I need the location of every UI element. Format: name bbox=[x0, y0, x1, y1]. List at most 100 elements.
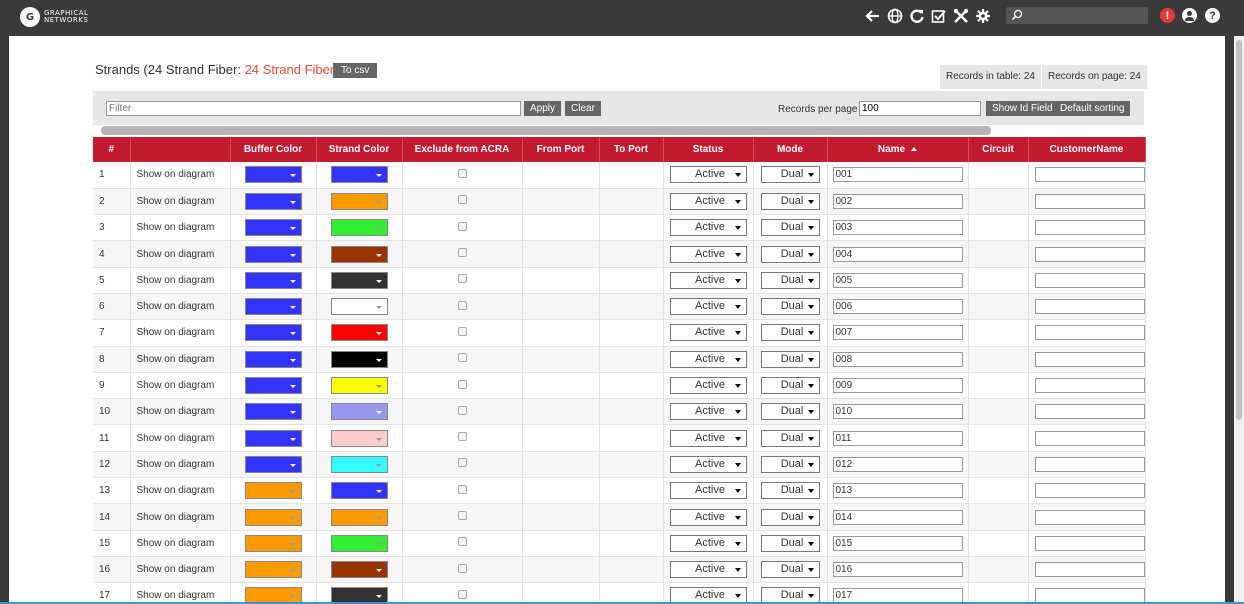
circuit-cell[interactable] bbox=[968, 267, 1029, 294]
col-header-from-port[interactable]: From Port bbox=[522, 137, 600, 162]
strand-color-select[interactable] bbox=[330, 350, 388, 368]
to-port-cell[interactable] bbox=[599, 503, 664, 531]
gear-icon[interactable] bbox=[974, 6, 992, 26]
buffer-color-select[interactable] bbox=[244, 377, 302, 395]
circuit-cell[interactable] bbox=[968, 188, 1029, 216]
customer-name-input[interactable] bbox=[1034, 299, 1145, 315]
circuit-cell[interactable] bbox=[968, 556, 1029, 584]
to-port-cell[interactable] bbox=[599, 530, 664, 557]
mode-select[interactable]: Dual bbox=[760, 403, 820, 421]
mode-select[interactable]: Dual bbox=[760, 245, 820, 263]
customer-name-input[interactable] bbox=[1034, 246, 1145, 262]
col-header-circuit[interactable]: Circuit bbox=[968, 137, 1029, 162]
buffer-color-select[interactable] bbox=[244, 219, 302, 237]
circuit-cell[interactable] bbox=[968, 240, 1029, 268]
buffer-color-select[interactable] bbox=[244, 324, 302, 342]
col-header-to-port[interactable]: To Port bbox=[599, 137, 664, 162]
buffer-color-select[interactable] bbox=[244, 166, 302, 184]
mode-select[interactable]: Dual bbox=[760, 534, 820, 552]
status-select[interactable]: Active bbox=[669, 192, 747, 210]
mode-select[interactable]: Dual bbox=[760, 271, 820, 289]
strand-color-select[interactable] bbox=[330, 429, 388, 447]
name-input[interactable]: 015 bbox=[832, 535, 963, 551]
name-input[interactable]: 004 bbox=[832, 246, 963, 262]
exclude-acra-checkbox[interactable] bbox=[457, 379, 467, 389]
records-per-page-input[interactable] bbox=[859, 101, 981, 116]
col-header-customer-name[interactable]: CustomerName bbox=[1028, 137, 1146, 162]
from-port-cell[interactable] bbox=[522, 398, 600, 426]
show-on-diagram-link[interactable]: Show on diagram bbox=[130, 503, 231, 531]
customer-name-input[interactable] bbox=[1034, 562, 1145, 578]
to-port-cell[interactable] bbox=[599, 556, 664, 584]
show-on-diagram-link[interactable]: Show on diagram bbox=[130, 346, 231, 373]
clear-button[interactable]: Clear bbox=[565, 101, 601, 116]
name-input[interactable]: 013 bbox=[832, 483, 963, 499]
exclude-acra-checkbox[interactable] bbox=[457, 274, 467, 284]
from-port-cell[interactable] bbox=[522, 556, 600, 584]
circuit-cell[interactable] bbox=[968, 398, 1029, 426]
col-header-name[interactable]: Name bbox=[827, 137, 969, 162]
name-input[interactable]: 016 bbox=[832, 562, 963, 578]
strand-color-select[interactable] bbox=[330, 508, 388, 526]
from-port-cell[interactable] bbox=[522, 477, 600, 505]
circuit-cell[interactable] bbox=[968, 293, 1029, 321]
show-on-diagram-link[interactable]: Show on diagram bbox=[130, 582, 231, 604]
refresh-icon[interactable] bbox=[908, 6, 926, 26]
name-input[interactable]: 002 bbox=[832, 193, 963, 209]
status-select[interactable]: Active bbox=[669, 377, 747, 395]
show-on-diagram-link[interactable]: Show on diagram bbox=[130, 556, 231, 584]
circuit-cell[interactable] bbox=[968, 530, 1029, 557]
mode-select[interactable]: Dual bbox=[760, 298, 820, 316]
to-port-cell[interactable] bbox=[599, 214, 664, 242]
status-select[interactable]: Active bbox=[669, 534, 747, 552]
strand-color-select[interactable] bbox=[330, 534, 388, 552]
exclude-acra-checkbox[interactable] bbox=[457, 484, 467, 494]
status-select[interactable]: Active bbox=[669, 298, 747, 316]
col-header-buffer-color[interactable]: Buffer Color bbox=[230, 137, 317, 162]
mode-select[interactable]: Dual bbox=[760, 166, 820, 184]
tools-icon[interactable] bbox=[952, 6, 970, 26]
status-select[interactable]: Active bbox=[669, 324, 747, 342]
circuit-cell[interactable] bbox=[968, 214, 1029, 242]
mode-select[interactable]: Dual bbox=[760, 192, 820, 210]
show-on-diagram-link[interactable]: Show on diagram bbox=[130, 267, 231, 294]
status-select[interactable]: Active bbox=[669, 561, 747, 579]
buffer-color-select[interactable] bbox=[244, 350, 302, 368]
show-on-diagram-link[interactable]: Show on diagram bbox=[130, 372, 231, 400]
status-select[interactable]: Active bbox=[669, 482, 747, 500]
from-port-cell[interactable] bbox=[522, 267, 600, 294]
mode-select[interactable]: Dual bbox=[760, 324, 820, 342]
search-input[interactable] bbox=[1026, 7, 1144, 24]
exclude-acra-checkbox[interactable] bbox=[457, 353, 467, 363]
circuit-cell[interactable] bbox=[968, 503, 1029, 531]
from-port-cell[interactable] bbox=[522, 240, 600, 268]
buffer-color-select[interactable] bbox=[244, 455, 302, 473]
buffer-color-select[interactable] bbox=[244, 192, 302, 210]
buffer-color-select[interactable] bbox=[244, 403, 302, 421]
to-port-cell[interactable] bbox=[599, 267, 664, 294]
name-input[interactable]: 005 bbox=[832, 272, 963, 288]
status-select[interactable]: Active bbox=[669, 245, 747, 263]
from-port-cell[interactable] bbox=[522, 530, 600, 557]
status-select[interactable]: Active bbox=[669, 350, 747, 368]
status-select[interactable]: Active bbox=[669, 271, 747, 289]
name-input[interactable]: 014 bbox=[832, 509, 963, 525]
strand-color-select[interactable] bbox=[330, 298, 388, 316]
exclude-acra-checkbox[interactable] bbox=[457, 589, 467, 599]
from-port-cell[interactable] bbox=[522, 162, 600, 189]
name-input[interactable]: 003 bbox=[832, 220, 963, 236]
from-port-cell[interactable] bbox=[522, 582, 600, 604]
status-select[interactable]: Active bbox=[669, 219, 747, 237]
buffer-color-select[interactable] bbox=[244, 482, 302, 500]
from-port-cell[interactable] bbox=[522, 214, 600, 242]
col-header-number[interactable]: # bbox=[93, 137, 131, 162]
strand-color-select[interactable] bbox=[330, 561, 388, 579]
strand-color-select[interactable] bbox=[330, 219, 388, 237]
status-select[interactable]: Active bbox=[669, 455, 747, 473]
mode-select[interactable]: Dual bbox=[760, 561, 820, 579]
buffer-color-select[interactable] bbox=[244, 298, 302, 316]
status-select[interactable]: Active bbox=[669, 403, 747, 421]
name-input[interactable]: 012 bbox=[832, 456, 963, 472]
from-port-cell[interactable] bbox=[522, 503, 600, 531]
strand-color-select[interactable] bbox=[330, 377, 388, 395]
